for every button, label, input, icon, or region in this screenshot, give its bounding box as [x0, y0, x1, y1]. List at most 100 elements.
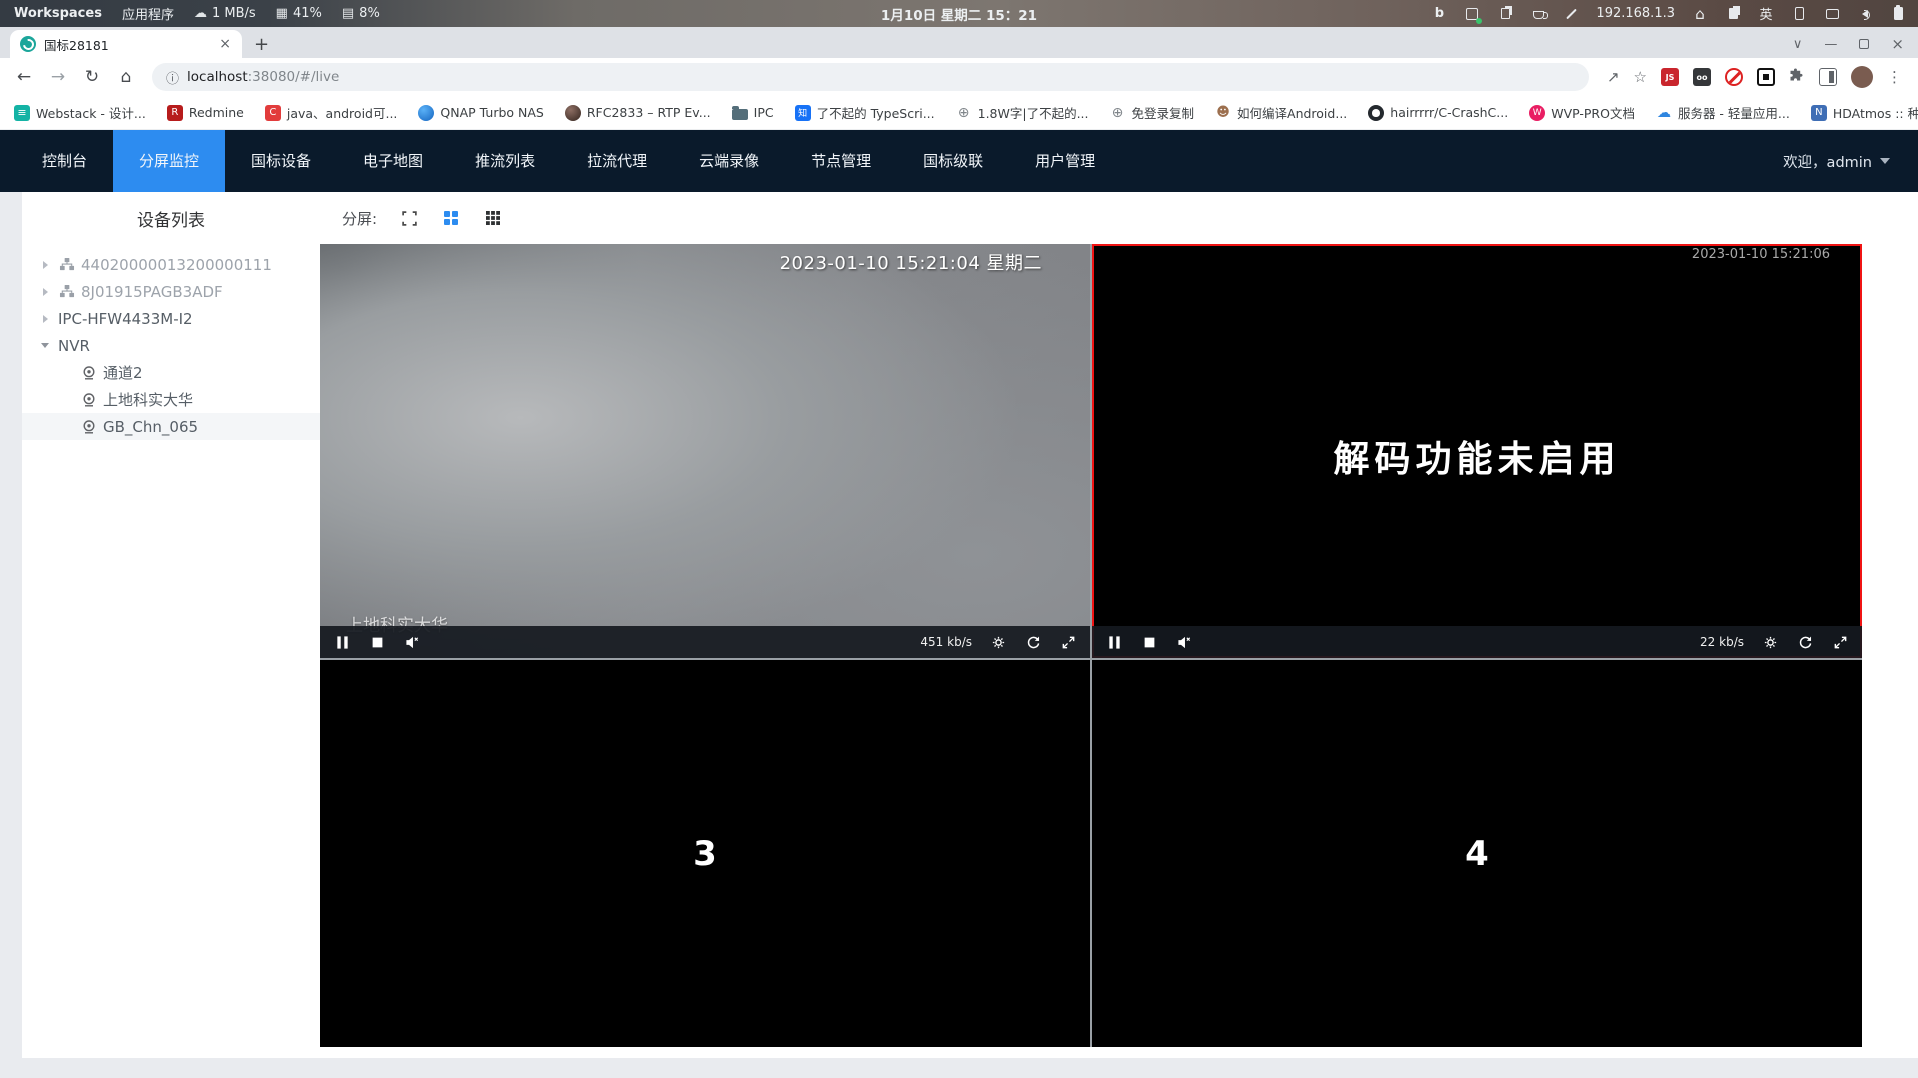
nav-item-7[interactable]: 节点管理 — [785, 130, 897, 192]
fullscreen-button[interactable] — [1831, 633, 1849, 651]
video-cell-1[interactable]: 2023-01-10 15:21:04 星期二 上地科实大华 451 kb/s — [320, 244, 1090, 658]
address-bar[interactable]: ⓘ localhost:38080/#/live — [152, 63, 1589, 91]
workspaces-button[interactable]: Workspaces — [14, 6, 102, 21]
home-tray-icon[interactable]: ⌂ — [1692, 5, 1708, 23]
nav-item-3[interactable]: 电子地图 — [337, 130, 449, 192]
nav-item-2[interactable]: 国标设备 — [225, 130, 337, 192]
window-minimize-button[interactable]: — — [1824, 37, 1837, 52]
camera-channel-icon — [80, 392, 97, 408]
tab-close-icon[interactable]: × — [216, 36, 234, 52]
pause-button[interactable] — [1105, 633, 1123, 651]
coffee-caffeine-icon[interactable] — [1530, 6, 1548, 22]
bookmark-item-10[interactable]: hairrrrr/C-CrashC... — [1368, 104, 1508, 121]
bookmark-item-7[interactable]: ⊕ 1.8W字|了不起的... — [956, 103, 1089, 122]
bookmark-item-0[interactable]: ≡ Webstack - 设计... — [14, 103, 146, 122]
video-cell-4[interactable]: 4 — [1092, 660, 1862, 1047]
input-method-indicator[interactable]: 英 — [1758, 6, 1774, 23]
bookmark-item-9[interactable]: ☻ 如何编译Android... — [1215, 103, 1347, 122]
nav-item-6[interactable]: 云端录像 — [673, 130, 785, 192]
pause-button[interactable] — [333, 633, 351, 651]
side-panel-icon[interactable] — [1819, 68, 1837, 86]
windows-stack-icon[interactable] — [1725, 6, 1741, 22]
cpu-indicator[interactable]: ▦ 41% — [276, 6, 322, 21]
display-icon[interactable] — [1824, 6, 1840, 22]
share-icon[interactable]: ↗ — [1607, 68, 1620, 86]
chevron-down-icon[interactable] — [41, 343, 49, 348]
volume-icon[interactable] — [1857, 6, 1873, 22]
home-button[interactable]: ⌂ — [112, 63, 140, 91]
bookmark-item-12[interactable]: ☁ 服务器 - 轻量应用... — [1656, 103, 1790, 122]
window-maximize-button[interactable] — [1859, 39, 1870, 49]
browser-tab-active[interactable]: 国标28181 × — [10, 30, 242, 58]
bookmark-item-13[interactable]: N HDAtmos :: 种子 *... — [1810, 103, 1918, 122]
nav-item-1[interactable]: 分屏监控 — [113, 130, 226, 192]
tree-item-上地科实大华[interactable]: 上地科实大华 — [22, 386, 320, 413]
grid-3x3-button[interactable] — [483, 208, 503, 228]
screwdriver-tool-icon[interactable] — [1563, 6, 1579, 22]
bookmark-item-6[interactable]: 知了不起的 TypeScri... — [794, 103, 935, 122]
applications-menu[interactable]: 应用程序 — [122, 4, 174, 23]
stop-button[interactable] — [1140, 633, 1158, 651]
grid-2x2-button[interactable] — [441, 208, 461, 228]
bookmark-item-11[interactable]: W WVP-PRO文档 — [1529, 103, 1635, 122]
tree-item-通道2[interactable]: 通道2 — [22, 359, 320, 386]
bookmark-item-8[interactable]: ⊕ 免登录复制 — [1110, 103, 1194, 122]
new-tab-button[interactable]: + — [242, 34, 281, 58]
chevron-right-icon[interactable] — [42, 260, 48, 269]
tree-item-NVR[interactable]: NVR — [22, 332, 320, 359]
bookmark-item-4[interactable]: RFC2833 – RTP Ev... — [564, 104, 711, 121]
nav-item-0[interactable]: 控制台 — [16, 130, 113, 192]
user-menu[interactable]: 欢迎，admin — [1783, 151, 1918, 172]
video1-controls: 451 kb/s — [320, 626, 1090, 658]
tree-item-GB_Chn_065[interactable]: GB_Chn_065 — [22, 413, 320, 440]
chevron-right-icon[interactable] — [42, 314, 48, 323]
mute-button[interactable] — [1175, 633, 1193, 651]
tree-item-44020000013200000111[interactable]: 44020000013200000111 — [22, 251, 320, 278]
site-info-icon[interactable]: ⓘ — [166, 68, 179, 87]
video-cell-3[interactable]: 3 — [320, 660, 1090, 1047]
app-indicator-icon[interactable] — [1464, 6, 1480, 22]
bookmark-item-1[interactable]: R Redmine — [166, 104, 244, 121]
fullscreen-button[interactable] — [1059, 633, 1077, 651]
bing-tray-icon[interactable]: b — [1431, 6, 1447, 22]
browser-menu-kebab-icon[interactable]: ⋮ — [1887, 68, 1902, 86]
extension-glasses-icon[interactable]: oo — [1693, 68, 1711, 86]
stop-button[interactable] — [368, 633, 386, 651]
clipboard-icon[interactable] — [1497, 6, 1513, 22]
bookmark-item-2[interactable]: Cjava、android可... — [264, 103, 397, 122]
clock[interactable]: 1月10日 星期二 15：21 — [881, 4, 1037, 24]
video-cell-2-selected[interactable]: 2023-01-10 15:21:06 解码功能未启用 22 kb/s — [1092, 244, 1862, 658]
bookmark-item-3[interactable]: QNAP Turbo NAS — [418, 104, 544, 121]
memory-indicator[interactable]: ▤ 8% — [342, 6, 380, 21]
extension-js-icon[interactable]: JS — [1661, 68, 1679, 86]
nav-item-5[interactable]: 拉流代理 — [561, 130, 673, 192]
back-button[interactable]: ← — [10, 63, 38, 91]
nav-item-9[interactable]: 用户管理 — [1009, 130, 1121, 192]
extension-adblock-icon[interactable] — [1725, 68, 1743, 86]
tab-search-chevron-icon[interactable]: ∨ — [1793, 37, 1803, 52]
window-close-button[interactable]: × — [1891, 35, 1904, 53]
extension-frame-icon[interactable] — [1757, 68, 1775, 86]
ip-address-indicator[interactable]: 192.168.1.3 — [1596, 6, 1675, 22]
single-screen-button[interactable] — [399, 208, 419, 228]
forward-button[interactable]: → — [44, 63, 72, 91]
mute-button[interactable] — [403, 633, 421, 651]
battery-icon[interactable] — [1890, 5, 1906, 22]
chevron-right-icon[interactable] — [42, 287, 48, 296]
settings-gear-button[interactable] — [1761, 633, 1779, 651]
nav-item-8[interactable]: 国标级联 — [897, 130, 1009, 192]
bookmark-item-5[interactable]: IPC — [731, 105, 774, 120]
bookmark-star-icon[interactable]: ☆ — [1634, 68, 1647, 86]
video1-bitrate: 451 kb/s — [920, 635, 972, 649]
extensions-puzzle-icon[interactable] — [1789, 67, 1805, 87]
net-speed-indicator[interactable]: ☁ 1 MB/s — [194, 6, 256, 21]
tree-item-IPC-HFW4433M-I2[interactable]: IPC-HFW4433M-I2 — [22, 305, 320, 332]
refresh-button[interactable] — [1796, 633, 1814, 651]
tree-item-8J01915PAGB3ADF[interactable]: 8J01915PAGB3ADF — [22, 278, 320, 305]
profile-avatar[interactable] — [1851, 66, 1873, 88]
phone-link-icon[interactable] — [1791, 6, 1807, 22]
reload-button[interactable]: ↻ — [78, 63, 106, 91]
refresh-button[interactable] — [1024, 633, 1042, 651]
settings-gear-button[interactable] — [989, 633, 1007, 651]
nav-item-4[interactable]: 推流列表 — [449, 130, 561, 192]
